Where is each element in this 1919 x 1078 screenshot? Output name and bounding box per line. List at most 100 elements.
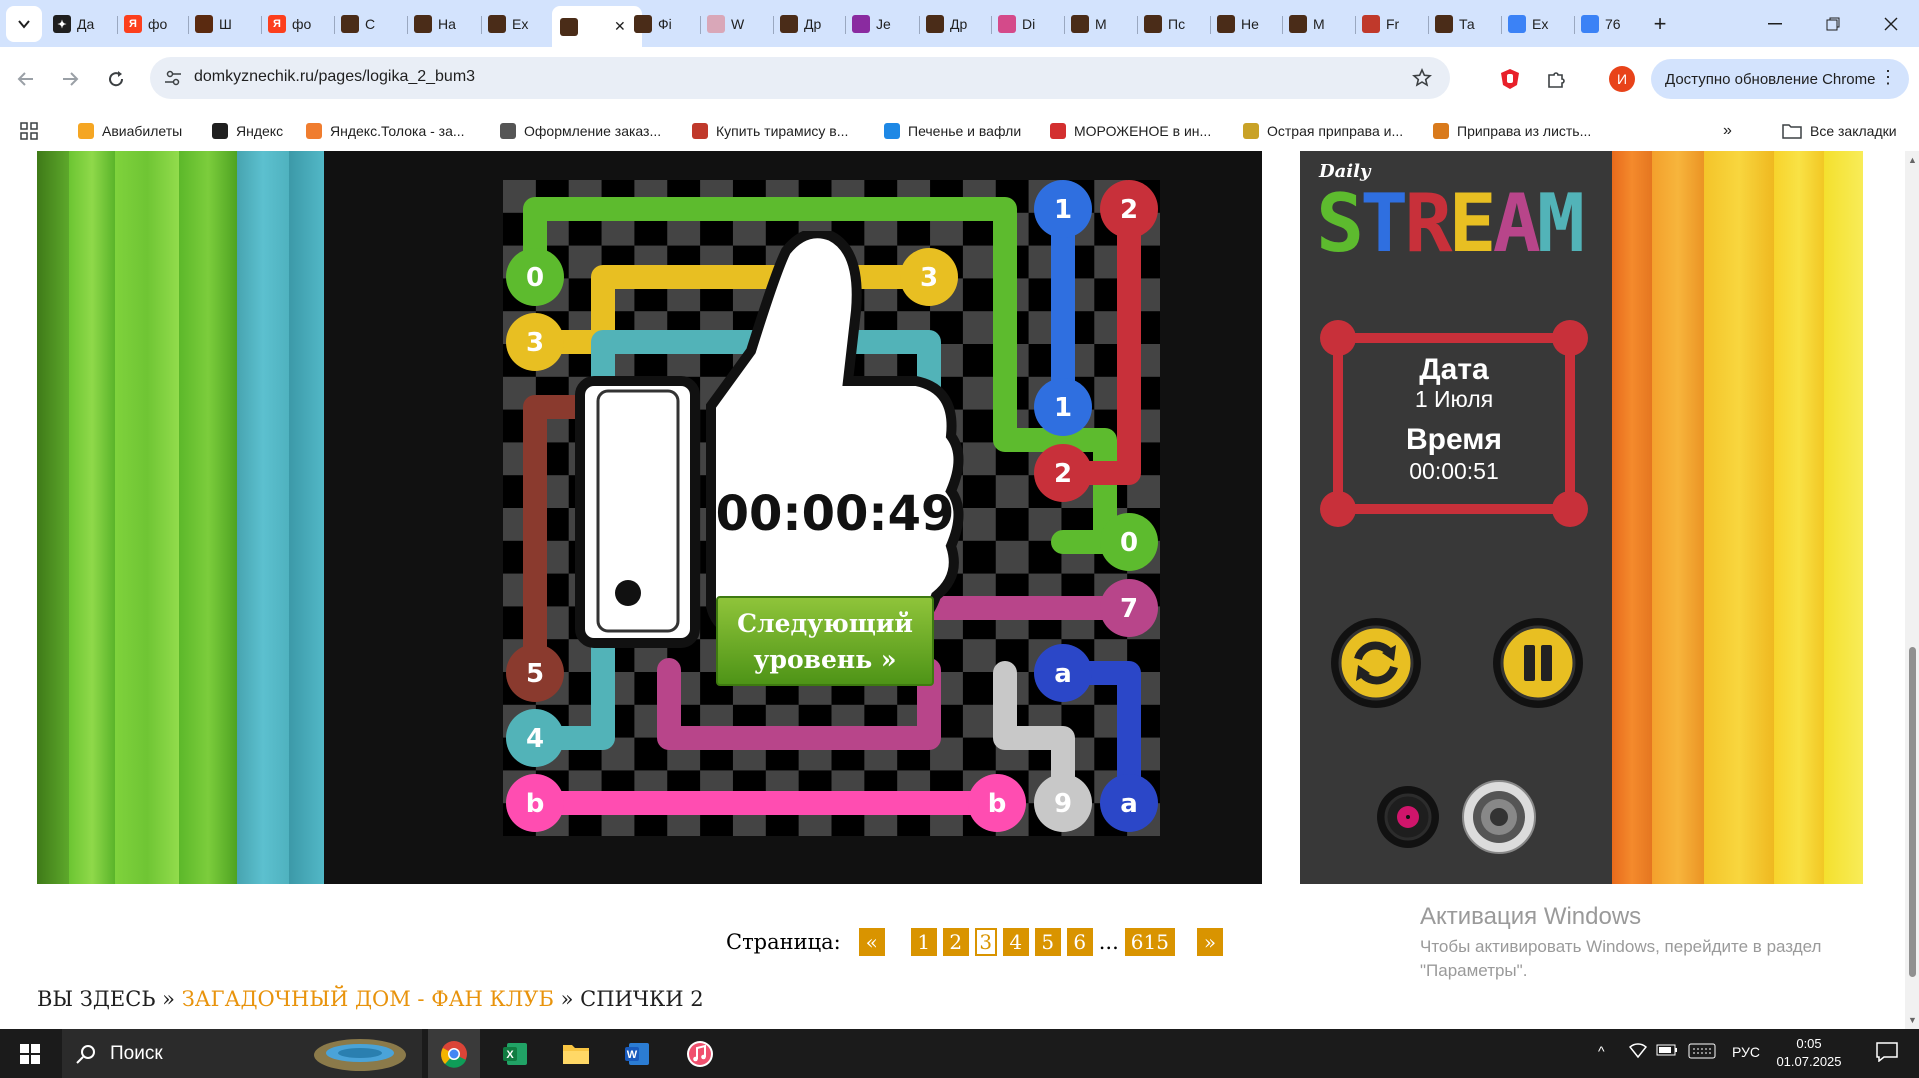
flow-endpoint[interactable]: 4 — [506, 709, 564, 767]
bookmark-item[interactable]: Острая приправа и... — [1243, 120, 1403, 142]
close-window-button[interactable] — [1866, 8, 1916, 40]
browser-tab[interactable]: На — [414, 8, 476, 40]
browser-tab[interactable]: Ex — [1508, 8, 1570, 40]
browser-tab[interactable]: Je — [852, 8, 914, 40]
scrollbar-thumb[interactable] — [1909, 647, 1916, 977]
close-tab-icon[interactable]: ✕ — [614, 18, 626, 35]
pause-button[interactable] — [1493, 618, 1583, 708]
wood-stripe — [69, 151, 115, 884]
bookmark-item[interactable]: МОРОЖЕНОЕ в ин... — [1050, 120, 1211, 142]
flow-endpoint[interactable]: 1 — [1034, 180, 1092, 238]
page-link[interactable]: 6 — [1066, 928, 1093, 956]
bookmark-item[interactable]: Авиабилеты — [78, 120, 182, 142]
flow-endpoint[interactable]: 7 — [1100, 579, 1158, 637]
browser-tab[interactable]: Fr — [1362, 8, 1424, 40]
wifi-icon[interactable] — [1628, 1041, 1648, 1062]
browser-tab[interactable]: Др — [780, 8, 842, 40]
url-text[interactable]: domkyznechik.ru/pages/logika_2_bum3 — [194, 68, 475, 86]
browser-tab[interactable]: M — [1289, 8, 1351, 40]
flow-endpoint[interactable]: b — [506, 774, 564, 832]
restart-button[interactable] — [1331, 618, 1421, 708]
page-scrollbar[interactable]: ▲ ▼ — [1905, 151, 1919, 1029]
flow-endpoint[interactable]: 0 — [1100, 513, 1158, 571]
flow-endpoint[interactable]: 2 — [1100, 180, 1158, 238]
browser-tab[interactable]: ✕ — [552, 6, 642, 47]
page-content: 12033512075a4bb9a 00:00:49 Следующий уро… — [0, 151, 1919, 1029]
page-link[interactable]: 1 — [910, 928, 937, 956]
browser-tab[interactable]: Не — [1217, 8, 1279, 40]
all-bookmarks-button[interactable]: Все закладки — [1782, 120, 1897, 142]
bookmarks-overflow-icon[interactable]: » — [1723, 120, 1732, 142]
music-toggle-button[interactable] — [1375, 784, 1441, 850]
browser-tab[interactable]: W — [707, 8, 769, 40]
browser-tab[interactable]: Та — [1435, 8, 1497, 40]
page-link[interactable]: 4 — [1002, 928, 1029, 956]
breadcrumb-link-fan-club[interactable]: ЗАГАДОЧНЫЙ ДОМ - ФАН КЛУБ — [182, 987, 554, 1011]
flow-endpoint[interactable]: a — [1034, 644, 1092, 702]
apps-grid-button[interactable] — [20, 120, 38, 142]
flow-endpoint[interactable]: 9 — [1034, 774, 1092, 832]
profile-avatar[interactable]: И — [1604, 61, 1640, 97]
sound-toggle-button[interactable] — [1461, 779, 1537, 855]
language-indicator[interactable]: РУС — [1732, 1044, 1760, 1060]
chrome-update-button[interactable]: Доступно обновление Chrome ⋮ — [1651, 59, 1909, 99]
taskbar-search[interactable]: Поиск — [62, 1029, 422, 1078]
next-level-button[interactable]: Следующий уровень » — [716, 596, 934, 686]
star-icon[interactable] — [1412, 68, 1432, 88]
notifications-icon[interactable] — [1876, 1042, 1898, 1065]
bookmark-item[interactable]: Купить тирамису в... — [692, 120, 848, 142]
start-button[interactable] — [6, 1035, 54, 1073]
browser-tab[interactable]: Ш — [195, 8, 257, 40]
page-link-last[interactable]: 615 — [1124, 928, 1175, 956]
browser-tab[interactable]: Ex — [488, 8, 550, 40]
page-ellipsis: ... — [1098, 930, 1119, 954]
bookmark-item[interactable]: Печенье и вафли — [884, 120, 1021, 142]
new-tab-button[interactable]: + — [1640, 8, 1680, 40]
keyboard-icon[interactable] — [1688, 1042, 1716, 1063]
taskbar-excel[interactable]: X — [492, 1035, 540, 1073]
browser-tab[interactable]: Яфо — [124, 8, 186, 40]
taskbar-explorer[interactable] — [552, 1035, 600, 1073]
tray-overflow-icon[interactable]: ^ — [1598, 1043, 1605, 1059]
flow-endpoint[interactable]: 1 — [1034, 378, 1092, 436]
tab-title: Ex — [512, 16, 529, 32]
browser-tab[interactable]: С — [341, 8, 403, 40]
back-button[interactable] — [8, 61, 44, 97]
page-link[interactable]: 2 — [942, 928, 969, 956]
flow-endpoint[interactable]: b — [968, 774, 1026, 832]
page-link[interactable]: 5 — [1034, 928, 1061, 956]
browser-tab[interactable]: Di — [998, 8, 1060, 40]
extension-adblock-icon[interactable] — [1492, 61, 1528, 97]
clock[interactable]: 0:05 01.07.2025 — [1774, 1035, 1844, 1071]
page-prev-link[interactable]: « — [858, 928, 885, 956]
bookmark-item[interactable]: Приправа из листь... — [1433, 120, 1591, 142]
browser-tab[interactable]: Яфо — [268, 8, 330, 40]
address-bar[interactable]: domkyznechik.ru/pages/logika_2_bum3 — [150, 57, 1450, 99]
browser-tab[interactable]: 76 — [1581, 8, 1643, 40]
bookmark-item[interactable]: Оформление заказ... — [500, 120, 661, 142]
browser-tab[interactable]: M — [1071, 8, 1133, 40]
site-info-icon[interactable] — [164, 69, 182, 87]
bookmark-item[interactable]: Яндекс.Толока - за... — [306, 120, 465, 142]
taskbar-chrome[interactable] — [428, 1029, 480, 1078]
browser-tab[interactable]: ✦ Да — [53, 8, 115, 40]
battery-icon[interactable] — [1656, 1043, 1678, 1060]
browser-tab[interactable]: Др — [926, 8, 988, 40]
bookmark-item[interactable]: Яндекс — [212, 120, 283, 142]
reload-button[interactable] — [98, 61, 134, 97]
forward-button[interactable] — [52, 61, 88, 97]
maximize-button[interactable] — [1808, 8, 1858, 40]
taskbar-word[interactable]: W — [614, 1035, 662, 1073]
taskbar-itunes[interactable] — [676, 1035, 724, 1073]
page-next-link[interactable]: » — [1196, 928, 1223, 956]
scroll-down-icon[interactable]: ▼ — [1908, 1015, 1917, 1025]
flow-endpoint[interactable]: a — [1100, 774, 1158, 832]
scroll-up-icon[interactable]: ▲ — [1908, 155, 1917, 165]
kebab-menu-icon[interactable]: ⋮ — [1879, 67, 1897, 88]
extensions-puzzle-icon[interactable] — [1538, 61, 1574, 97]
browser-tab[interactable]: Пс — [1144, 8, 1206, 40]
flow-endpoint[interactable]: 2 — [1034, 444, 1092, 502]
tab-search-button[interactable] — [6, 6, 42, 42]
browser-tab[interactable]: Фі — [634, 8, 696, 40]
minimize-button[interactable] — [1750, 8, 1800, 40]
